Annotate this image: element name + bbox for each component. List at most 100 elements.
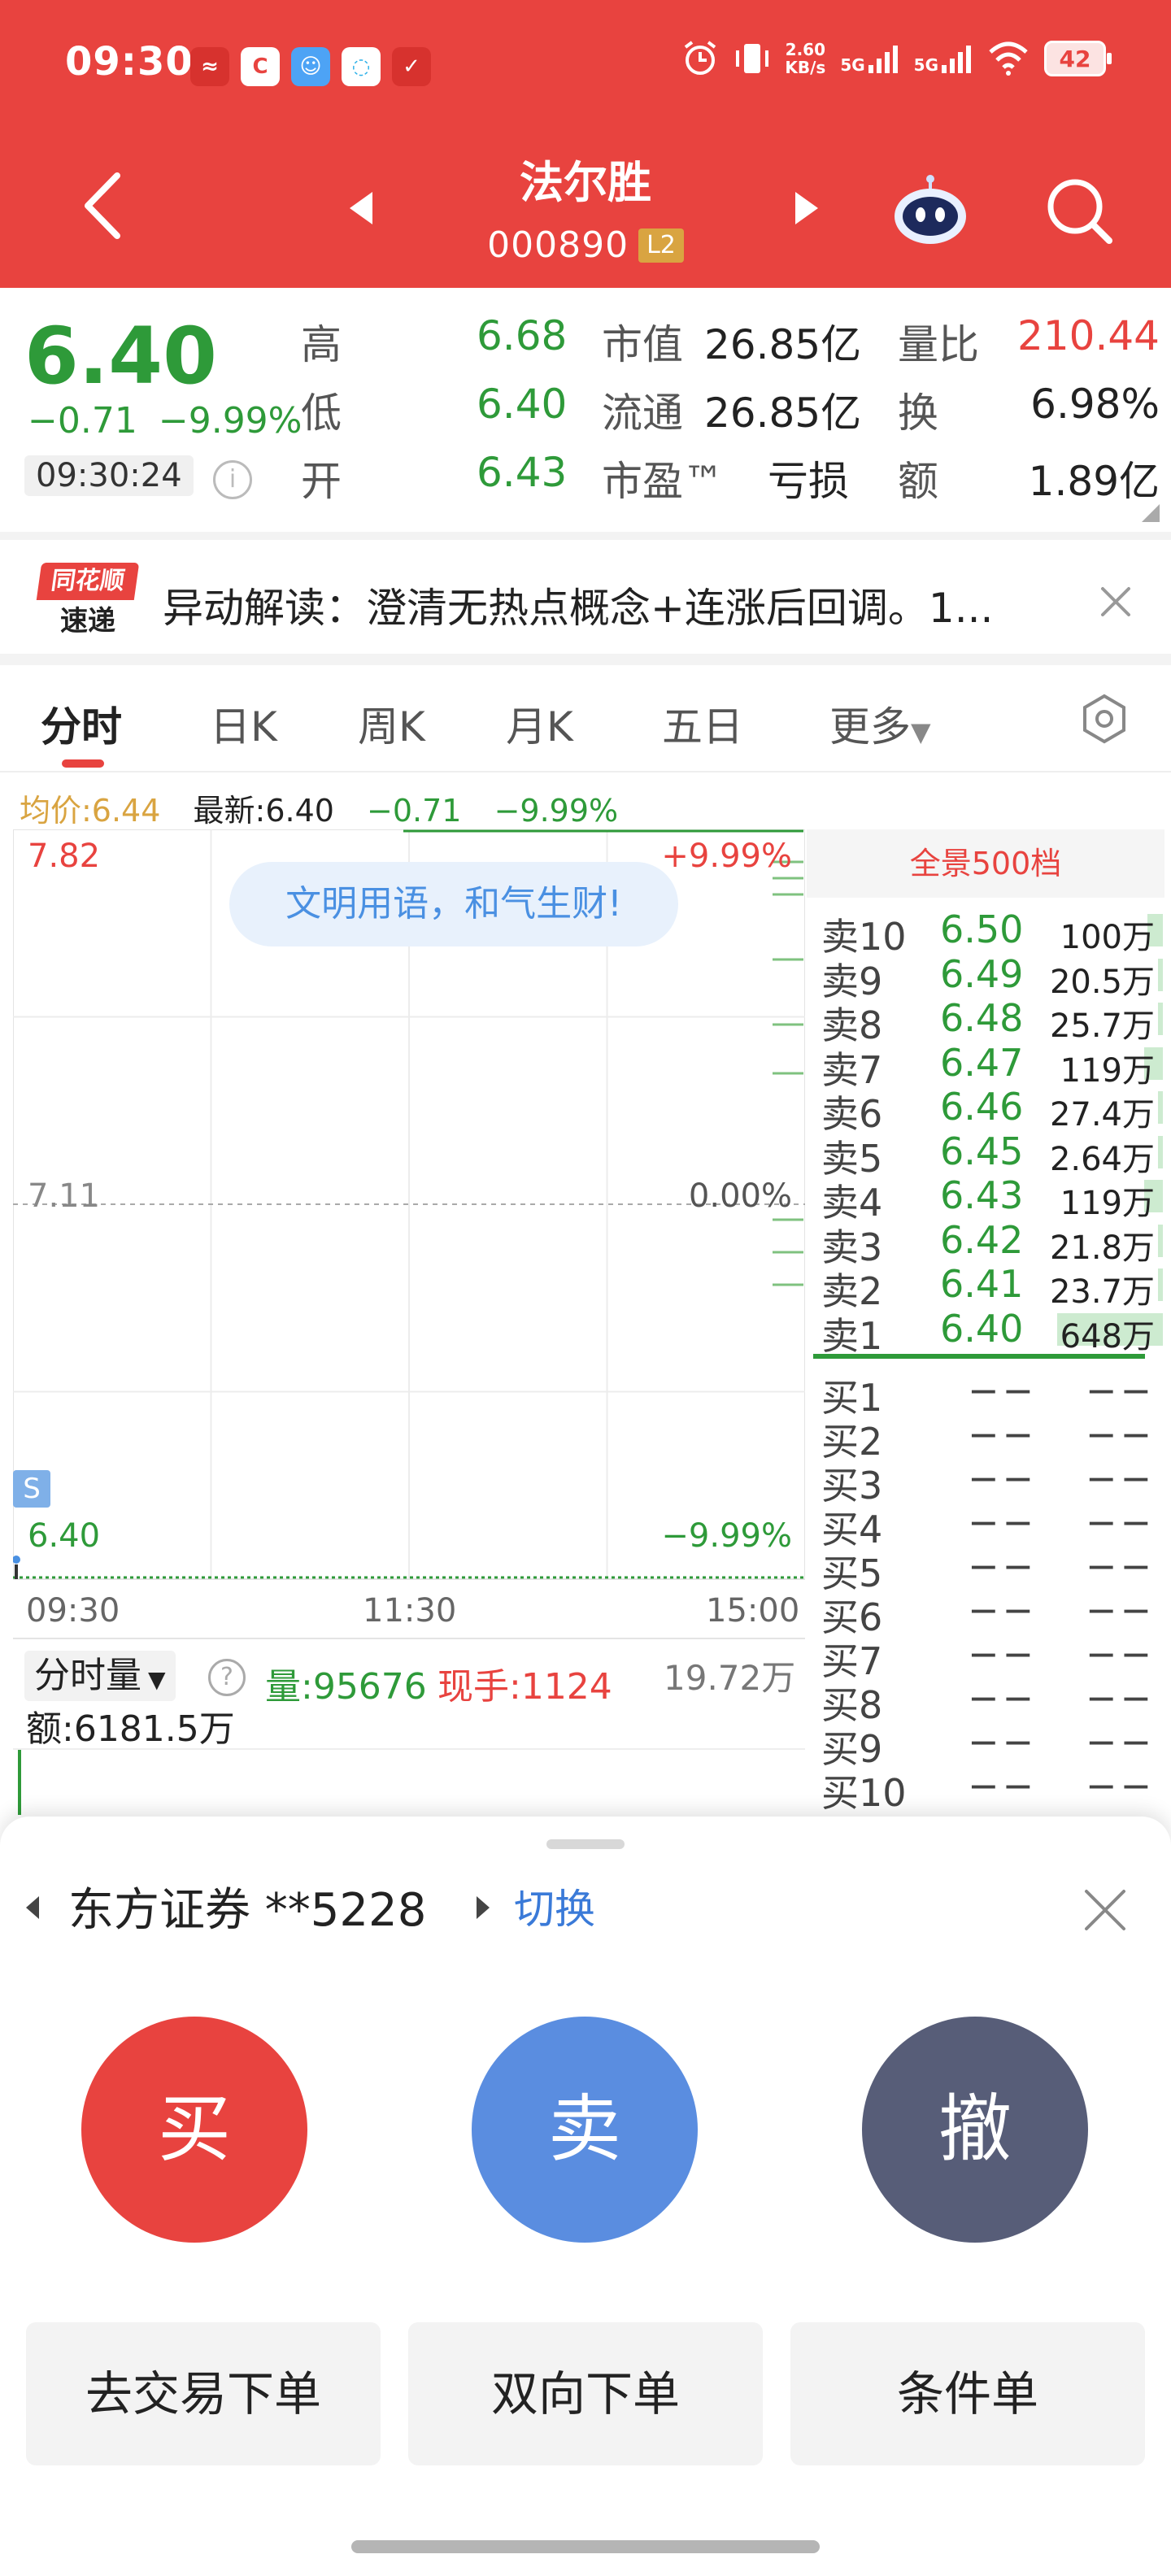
- ask-row[interactable]: 卖7 6.47 119万: [821, 1041, 1163, 1092]
- bid-row[interactable]: 买10 −− −−: [821, 1764, 1155, 1815]
- ask-volume-bar: [1158, 1135, 1163, 1168]
- ask-row[interactable]: 卖4 6.43 119万: [821, 1173, 1163, 1225]
- pe-label: 市盈™: [602, 458, 724, 505]
- bid-volume: −−: [1085, 1764, 1155, 1808]
- expand-corner-icon[interactable]: [1142, 504, 1160, 522]
- volume-ratio-value: 210.44: [1017, 312, 1160, 359]
- bid-row[interactable]: 买1 −− −−: [821, 1368, 1155, 1420]
- prev-account-icon[interactable]: [26, 1896, 39, 1919]
- tab-monthly-k[interactable]: 月K: [506, 694, 573, 753]
- tab-more[interactable]: 更多▼: [829, 694, 931, 753]
- app-notification-icon: C: [241, 47, 280, 86]
- ask-volume-bar: [1158, 958, 1163, 991]
- ask-price: 6.45: [940, 1129, 1024, 1173]
- ask-row[interactable]: 卖9 6.49 20.5万: [821, 952, 1163, 1003]
- bid-volume: −−: [1085, 1368, 1155, 1412]
- ask-volume: 20.5万: [1049, 963, 1155, 1001]
- app-notification-icon: ≈: [190, 47, 229, 86]
- next-stock-icon[interactable]: [794, 190, 820, 226]
- y-label-top: 7.82: [28, 838, 101, 875]
- status-bar: 09:30 ≈ C ☺ ◌ ✓ 2.60 KB/s 5G 5G 42: [0, 0, 1171, 130]
- ask-price: 6.42: [940, 1217, 1024, 1262]
- ask-price: 6.46: [940, 1085, 1024, 1129]
- float-cap-value: 26.85亿: [704, 389, 862, 437]
- news-text[interactable]: 异动解读：澄清无热点概念+连涨后回调。1...: [163, 576, 1057, 634]
- two-way-order-button[interactable]: 双向下单: [408, 2322, 763, 2465]
- chat-bubble[interactable]: 文明用语，和气生财!: [229, 862, 678, 946]
- bid-price: −−: [968, 1500, 1038, 1544]
- sell-button[interactable]: 卖: [472, 2017, 698, 2243]
- ask-row[interactable]: 卖1 6.40 648万: [821, 1307, 1163, 1358]
- ask-row[interactable]: 卖10 6.50 100万: [821, 907, 1163, 959]
- low-value: 6.40: [477, 381, 568, 428]
- section-divider: [0, 654, 1171, 665]
- y-label-mid: 7.11: [28, 1177, 101, 1215]
- bid-row[interactable]: 买5 −− −−: [821, 1544, 1155, 1595]
- switch-account-link[interactable]: 切换: [514, 1877, 595, 1935]
- ask-row[interactable]: 卖5 6.45 2.64万: [821, 1129, 1163, 1181]
- cancel-order-button[interactable]: 撤: [862, 2017, 1088, 2243]
- volume-indicator-select[interactable]: 分时量 ▼: [24, 1651, 176, 1701]
- signal-marker[interactable]: S: [13, 1470, 50, 1508]
- tab-daily-k[interactable]: 日K: [210, 694, 277, 753]
- ai-assistant-icon[interactable]: [890, 174, 971, 247]
- close-icon[interactable]: [1083, 1888, 1127, 1932]
- bid-row[interactable]: 买9 −− −−: [821, 1720, 1155, 1771]
- bid-row[interactable]: 买2 −− −−: [821, 1412, 1155, 1464]
- bid-row[interactable]: 买3 −− −−: [821, 1456, 1155, 1508]
- ask-volume-bar: [1158, 1003, 1163, 1035]
- market-cap-label: 市值: [602, 321, 683, 368]
- x-tick-mid: 11:30: [363, 1592, 457, 1630]
- account-name[interactable]: 东方证券 **5228: [68, 1873, 426, 1939]
- ask-volume: 2.64万: [1049, 1140, 1155, 1178]
- bid-price: −−: [968, 1456, 1038, 1500]
- volume-amount: 额:6181.5万: [26, 1708, 235, 1750]
- bid-price: −−: [968, 1676, 1038, 1720]
- app-header: 09:30 ≈ C ☺ ◌ ✓ 2.60 KB/s 5G 5G 42 法尔胜 0…: [0, 0, 1171, 288]
- sheet-handle[interactable]: [546, 1839, 625, 1849]
- volume-max: 19.72万: [664, 1658, 796, 1698]
- tab-intraday[interactable]: 分时: [41, 694, 122, 753]
- info-icon[interactable]: i: [213, 460, 252, 499]
- bid-row[interactable]: 买6 −− −−: [821, 1588, 1155, 1639]
- ask-price: 6.41: [940, 1262, 1024, 1306]
- open-value: 6.43: [477, 449, 568, 496]
- ask-row[interactable]: 卖8 6.48 25.7万: [821, 996, 1163, 1047]
- close-icon[interactable]: [1099, 585, 1132, 618]
- ask-price: 6.50: [940, 907, 1024, 951]
- order-book-title[interactable]: 全景500档: [807, 829, 1164, 898]
- open-label: 开: [301, 458, 342, 505]
- ask-volume: 25.7万: [1049, 1007, 1155, 1045]
- x-tick-end: 15:00: [706, 1592, 800, 1630]
- next-account-icon[interactable]: [477, 1896, 490, 1919]
- bid-volume: −−: [1085, 1456, 1155, 1500]
- home-indicator[interactable]: [351, 2540, 820, 2553]
- buy-button[interactable]: 买: [81, 2017, 307, 2243]
- settings-hexagon-icon[interactable]: [1078, 693, 1130, 745]
- tab-weekly-k[interactable]: 周K: [358, 694, 425, 753]
- trade-order-button[interactable]: 去交易下单: [26, 2322, 381, 2465]
- stock-code: 000890: [487, 224, 629, 266]
- volume-bar: [18, 1750, 21, 1815]
- bid-row[interactable]: 买4 −− −−: [821, 1500, 1155, 1551]
- notification-icons: ≈ C ☺ ◌ ✓: [190, 47, 431, 86]
- search-icon[interactable]: [1043, 174, 1116, 247]
- conditional-order-button[interactable]: 条件单: [790, 2322, 1145, 2465]
- latest-change-label: −0.71: [367, 793, 462, 829]
- stock-name: 法尔胜: [520, 157, 651, 208]
- ask-row[interactable]: 卖2 6.41 23.7万: [821, 1262, 1163, 1313]
- help-icon[interactable]: ?: [208, 1659, 246, 1696]
- ask-price: 6.48: [940, 996, 1024, 1040]
- stock-code-row: 000890 L2: [0, 224, 1171, 266]
- ask-row[interactable]: 卖6 6.46 27.4万: [821, 1085, 1163, 1136]
- net-speed: 2.60 KB/s: [785, 40, 826, 77]
- ask-volume: 100万: [1060, 919, 1155, 956]
- app-notification-icon: ✓: [392, 47, 431, 86]
- ask-row[interactable]: 卖3 6.42 21.8万: [821, 1217, 1163, 1269]
- bid-row[interactable]: 买7 −− −−: [821, 1632, 1155, 1683]
- pct-label-mid: 0.00%: [688, 1177, 792, 1215]
- tab-five-day[interactable]: 五日: [662, 694, 743, 753]
- bid-row[interactable]: 买8 −− −−: [821, 1676, 1155, 1727]
- current-hand: 现手:1124: [437, 1666, 612, 1708]
- news-banner[interactable]: 同花顺 速递 异动解读：澄清无热点概念+连涨后回调。1...: [0, 532, 1171, 654]
